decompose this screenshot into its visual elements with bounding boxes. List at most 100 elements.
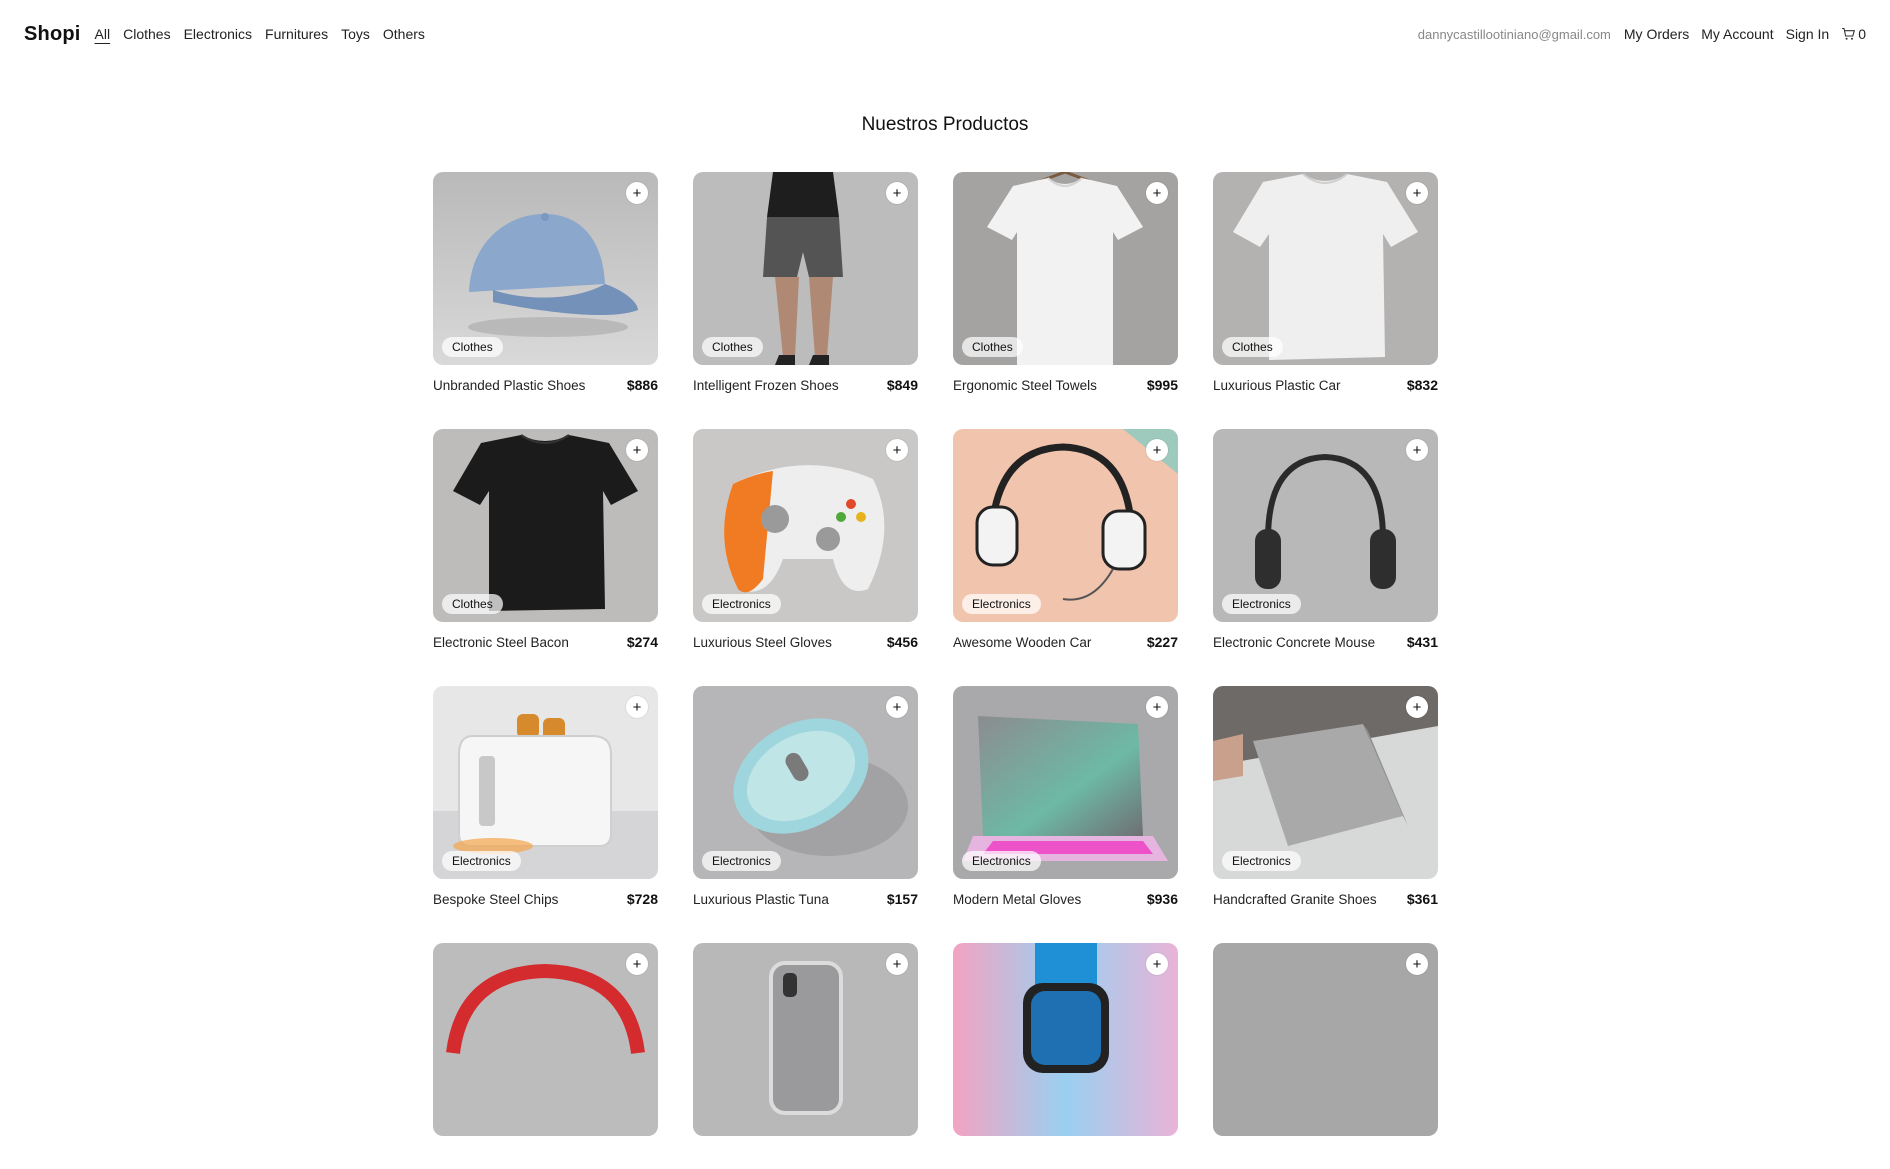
product-meta: Luxurious Steel Gloves $456 bbox=[693, 633, 918, 651]
product-price: $431 bbox=[1406, 634, 1438, 650]
product-card[interactable]: Electronics + Modern Metal Gloves $936 bbox=[953, 686, 1178, 912]
nav-left: Shopi All Clothes Electronics Furnitures… bbox=[24, 23, 438, 46]
category-badge: Clothes bbox=[702, 337, 763, 357]
add-to-cart-button[interactable]: + bbox=[1406, 439, 1428, 461]
add-to-cart-button[interactable]: + bbox=[1146, 953, 1168, 975]
product-image: Clothes + bbox=[433, 429, 658, 622]
category-badge: Clothes bbox=[442, 594, 503, 614]
cart-button[interactable]: 0 bbox=[1841, 26, 1866, 42]
nav-category-electronics[interactable]: Electronics bbox=[184, 26, 252, 42]
product-image: Electronics + bbox=[693, 429, 918, 622]
product-name: Luxurious Plastic Tuna bbox=[693, 891, 829, 907]
product-price: $832 bbox=[1406, 377, 1438, 393]
product-meta: Bespoke Steel Chips $728 bbox=[433, 890, 658, 908]
product-meta: Luxurious Plastic Car $832 bbox=[1213, 376, 1438, 394]
product-grid: Clothes + Unbranded Plastic Shoes $886 C… bbox=[433, 172, 1438, 1169]
product-meta: Electronic Steel Bacon $274 bbox=[433, 633, 658, 651]
category-badge: Electronics bbox=[442, 851, 521, 871]
product-price: $361 bbox=[1406, 891, 1438, 907]
cart-icon bbox=[1842, 27, 1856, 40]
add-to-cart-button[interactable]: + bbox=[626, 182, 648, 204]
product-name: Handcrafted Granite Shoes bbox=[1213, 891, 1377, 907]
cart-count: 0 bbox=[1858, 26, 1866, 42]
category-badge: Electronics bbox=[702, 851, 781, 871]
add-to-cart-button[interactable]: + bbox=[886, 696, 908, 718]
product-image: Electronics + bbox=[1213, 686, 1438, 879]
add-to-cart-button[interactable]: + bbox=[886, 439, 908, 461]
add-to-cart-button[interactable]: + bbox=[626, 439, 648, 461]
product-card[interactable]: Clothes + Unbranded Plastic Shoes $886 bbox=[433, 172, 658, 398]
product-name: Awesome Wooden Car bbox=[953, 634, 1092, 650]
nav-category-others[interactable]: Others bbox=[383, 26, 425, 42]
add-to-cart-button[interactable]: + bbox=[886, 953, 908, 975]
product-image: + bbox=[433, 943, 658, 1136]
add-to-cart-button[interactable]: + bbox=[1146, 696, 1168, 718]
product-image: Electronics + bbox=[693, 686, 918, 879]
nav-category-all[interactable]: All bbox=[95, 26, 111, 42]
product-card[interactable]: Electronics + Handcrafted Granite Shoes … bbox=[1213, 686, 1438, 912]
sign-in-link[interactable]: Sign In bbox=[1786, 26, 1830, 42]
product-card[interactable]: + bbox=[693, 943, 918, 1169]
category-badge: Clothes bbox=[442, 337, 503, 357]
product-card[interactable]: Clothes + Intelligent Frozen Shoes $849 bbox=[693, 172, 918, 398]
product-image-art bbox=[953, 943, 1178, 1136]
product-meta: Luxurious Plastic Tuna $157 bbox=[693, 890, 918, 908]
user-email: dannycastillootiniano@gmail.com bbox=[1417, 26, 1611, 42]
category-badge: Electronics bbox=[1222, 851, 1301, 871]
product-image: Clothes + bbox=[693, 172, 918, 365]
add-to-cart-button[interactable]: + bbox=[626, 953, 648, 975]
my-account-link[interactable]: My Account bbox=[1701, 26, 1773, 42]
add-to-cart-button[interactable]: + bbox=[626, 696, 648, 718]
product-image: Electronics + bbox=[953, 429, 1178, 622]
category-badge: Clothes bbox=[962, 337, 1023, 357]
product-price: $728 bbox=[626, 891, 658, 907]
product-price: $274 bbox=[626, 634, 658, 650]
product-card[interactable]: Electronics + Luxurious Plastic Tuna $15… bbox=[693, 686, 918, 912]
product-price: $849 bbox=[886, 377, 918, 393]
product-card[interactable]: Electronics + Electronic Concrete Mouse … bbox=[1213, 429, 1438, 655]
add-to-cart-button[interactable]: + bbox=[1146, 439, 1168, 461]
product-price: $936 bbox=[1146, 891, 1178, 907]
product-card[interactable]: Clothes + Electronic Steel Bacon $274 bbox=[433, 429, 658, 655]
product-name: Unbranded Plastic Shoes bbox=[433, 377, 586, 393]
add-to-cart-button[interactable]: + bbox=[1406, 182, 1428, 204]
product-name: Bespoke Steel Chips bbox=[433, 891, 559, 907]
product-image-art bbox=[693, 943, 918, 1136]
product-image: Clothes + bbox=[953, 172, 1178, 365]
product-name: Ergonomic Steel Towels bbox=[953, 377, 1097, 393]
product-image: Electronics + bbox=[433, 686, 658, 879]
add-to-cart-button[interactable]: + bbox=[1406, 953, 1428, 975]
brand-logo[interactable]: Shopi bbox=[24, 23, 81, 46]
my-orders-link[interactable]: My Orders bbox=[1624, 26, 1689, 42]
product-meta: Awesome Wooden Car $227 bbox=[953, 633, 1178, 651]
product-card[interactable]: Clothes + Ergonomic Steel Towels $995 bbox=[953, 172, 1178, 398]
product-card[interactable]: Clothes + Luxurious Plastic Car $832 bbox=[1213, 172, 1438, 398]
product-image: + bbox=[1213, 943, 1438, 1136]
page-title: Nuestros Productos bbox=[861, 114, 1029, 135]
product-meta: Intelligent Frozen Shoes $849 bbox=[693, 376, 918, 394]
nav-category-clothes[interactable]: Clothes bbox=[123, 26, 170, 42]
product-name: Luxurious Plastic Car bbox=[1213, 377, 1341, 393]
category-badge: Clothes bbox=[1222, 337, 1283, 357]
add-to-cart-button[interactable]: + bbox=[886, 182, 908, 204]
product-card[interactable]: + bbox=[433, 943, 658, 1169]
product-meta: Unbranded Plastic Shoes $886 bbox=[433, 376, 658, 394]
product-price: $886 bbox=[626, 377, 658, 393]
product-card[interactable]: Electronics + Luxurious Steel Gloves $45… bbox=[693, 429, 918, 655]
product-card[interactable]: Electronics + Awesome Wooden Car $227 bbox=[953, 429, 1178, 655]
category-badge: Electronics bbox=[962, 594, 1041, 614]
product-card[interactable]: Electronics + Bespoke Steel Chips $728 bbox=[433, 686, 658, 912]
add-to-cart-button[interactable]: + bbox=[1146, 182, 1168, 204]
product-image: Clothes + bbox=[433, 172, 658, 365]
nav-category-furnitures[interactable]: Furnitures bbox=[265, 26, 328, 42]
product-card[interactable]: + bbox=[1213, 943, 1438, 1169]
product-meta: Ergonomic Steel Towels $995 bbox=[953, 376, 1178, 394]
product-image: + bbox=[693, 943, 918, 1136]
product-name: Electronic Steel Bacon bbox=[433, 634, 569, 650]
nav-category-toys[interactable]: Toys bbox=[341, 26, 370, 42]
nav-right: dannycastillootiniano@gmail.com My Order… bbox=[1418, 26, 1866, 42]
category-badge: Electronics bbox=[702, 594, 781, 614]
product-card[interactable]: + bbox=[953, 943, 1178, 1169]
product-name: Electronic Concrete Mouse bbox=[1213, 634, 1376, 650]
add-to-cart-button[interactable]: + bbox=[1406, 696, 1428, 718]
